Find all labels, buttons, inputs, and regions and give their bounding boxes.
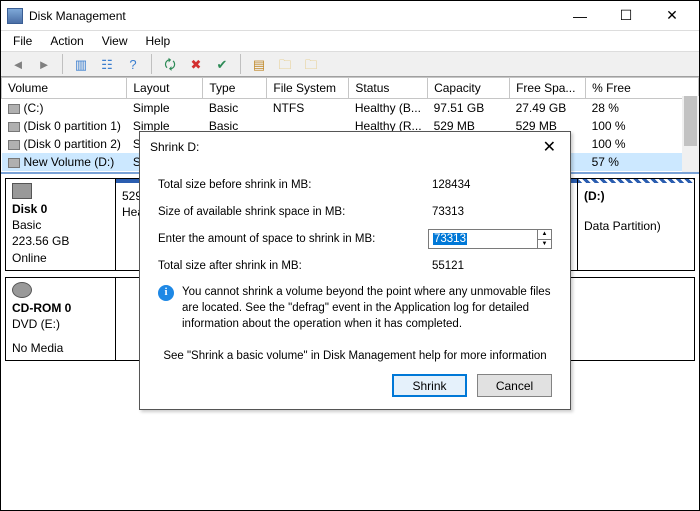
back-icon[interactable]: ◄ (7, 53, 29, 75)
menu-action[interactable]: Action (42, 32, 91, 50)
info-icon: i (158, 285, 174, 301)
part-label: (D:) (584, 189, 605, 203)
shrink-input[interactable]: 73313 (428, 229, 538, 249)
cd-status: No Media (12, 340, 109, 356)
part-status: Data Partition) (584, 219, 688, 235)
cd-type: DVD (E:) (12, 316, 109, 332)
partition-d[interactable]: (D:) Data Partition) (578, 179, 694, 270)
dialog-title: Shrink D: (150, 140, 537, 154)
cancel-button[interactable]: Cancel (477, 374, 552, 397)
toolbar: ◄►▥☷?🗘✖✔▤🗀🗀 (1, 51, 699, 77)
delete-icon[interactable]: ✖ (185, 53, 207, 75)
menu-file[interactable]: File (5, 32, 40, 50)
value-before: 128434 (428, 175, 538, 195)
value-avail: 73313 (428, 202, 538, 222)
window-title: Disk Management (29, 9, 557, 23)
volume-icon (8, 122, 20, 132)
col-capacity[interactable]: Capacity (428, 78, 510, 99)
list-icon[interactable]: ▤ (248, 53, 270, 75)
cd-name: CD-ROM 0 (12, 300, 109, 316)
disk-icon (12, 183, 32, 199)
table-scrollbar[interactable] (682, 96, 699, 172)
label-before: Total size before shrink in MB: (158, 179, 428, 191)
maximize-button[interactable]: ☐ (603, 2, 649, 30)
dialog-help: See "Shrink a basic volume" in Disk Mana… (158, 350, 552, 362)
cdrom-icon (12, 282, 32, 298)
disk-status: Online (12, 250, 109, 266)
info-text: You cannot shrink a volume beyond the po… (182, 284, 552, 332)
titlebar: Disk Management — ☐ ✕ (1, 1, 699, 31)
dialog-info: i You cannot shrink a volume beyond the … (158, 284, 552, 332)
open-icon[interactable]: 🗀 (274, 53, 296, 75)
dialog-titlebar[interactable]: Shrink D: ✕ (140, 132, 570, 162)
spin-up-icon: ▲ (538, 230, 551, 240)
dialog-close-button[interactable]: ✕ (537, 137, 562, 157)
layout-icon[interactable]: ☷ (96, 53, 118, 75)
table-row[interactable]: (C:)SimpleBasicNTFSHealthy (B...97.51 GB… (2, 99, 699, 118)
col-free[interactable]: Free Spa... (510, 78, 586, 99)
col-type[interactable]: Type (203, 78, 267, 99)
volume-icon (8, 140, 20, 150)
label-after: Total size after shrink in MB: (158, 260, 428, 272)
minimize-button[interactable]: — (557, 2, 603, 30)
col-status[interactable]: Status (349, 78, 428, 99)
panels-icon[interactable]: ▥ (70, 53, 92, 75)
disk-size: 223.56 GB (12, 233, 109, 249)
menu-view[interactable]: View (94, 32, 136, 50)
menubar: File Action View Help (1, 31, 699, 51)
shrink-spinner[interactable]: ▲▼ (538, 229, 552, 249)
menu-help[interactable]: Help (138, 32, 179, 50)
app-icon (7, 8, 23, 24)
help-icon[interactable]: ? (122, 53, 144, 75)
col-layout[interactable]: Layout (127, 78, 203, 99)
close-button[interactable]: ✕ (649, 2, 695, 30)
volume-icon (8, 158, 20, 168)
folder-icon[interactable]: 🗀 (300, 53, 322, 75)
forward-icon[interactable]: ► (33, 53, 55, 75)
label-shrink: Enter the amount of space to shrink in M… (158, 233, 428, 245)
spin-down-icon: ▼ (538, 240, 551, 249)
volume-icon (8, 104, 20, 114)
disk-type: Basic (12, 217, 109, 233)
col-volume[interactable]: Volume (2, 78, 127, 99)
check-icon[interactable]: ✔ (211, 53, 233, 75)
disk-name: Disk 0 (12, 201, 109, 217)
disk-header: Disk 0 Basic 223.56 GB Online (6, 179, 116, 270)
shrink-dialog: Shrink D: ✕ Total size before shrink in … (139, 131, 571, 410)
col-fs[interactable]: File System (267, 78, 349, 99)
refresh-icon[interactable]: 🗘 (159, 53, 181, 75)
label-avail: Size of available shrink space in MB: (158, 206, 428, 218)
disk-header: CD-ROM 0 DVD (E:) No Media (6, 278, 116, 361)
shrink-button[interactable]: Shrink (392, 374, 467, 397)
value-after: 55121 (428, 256, 538, 276)
